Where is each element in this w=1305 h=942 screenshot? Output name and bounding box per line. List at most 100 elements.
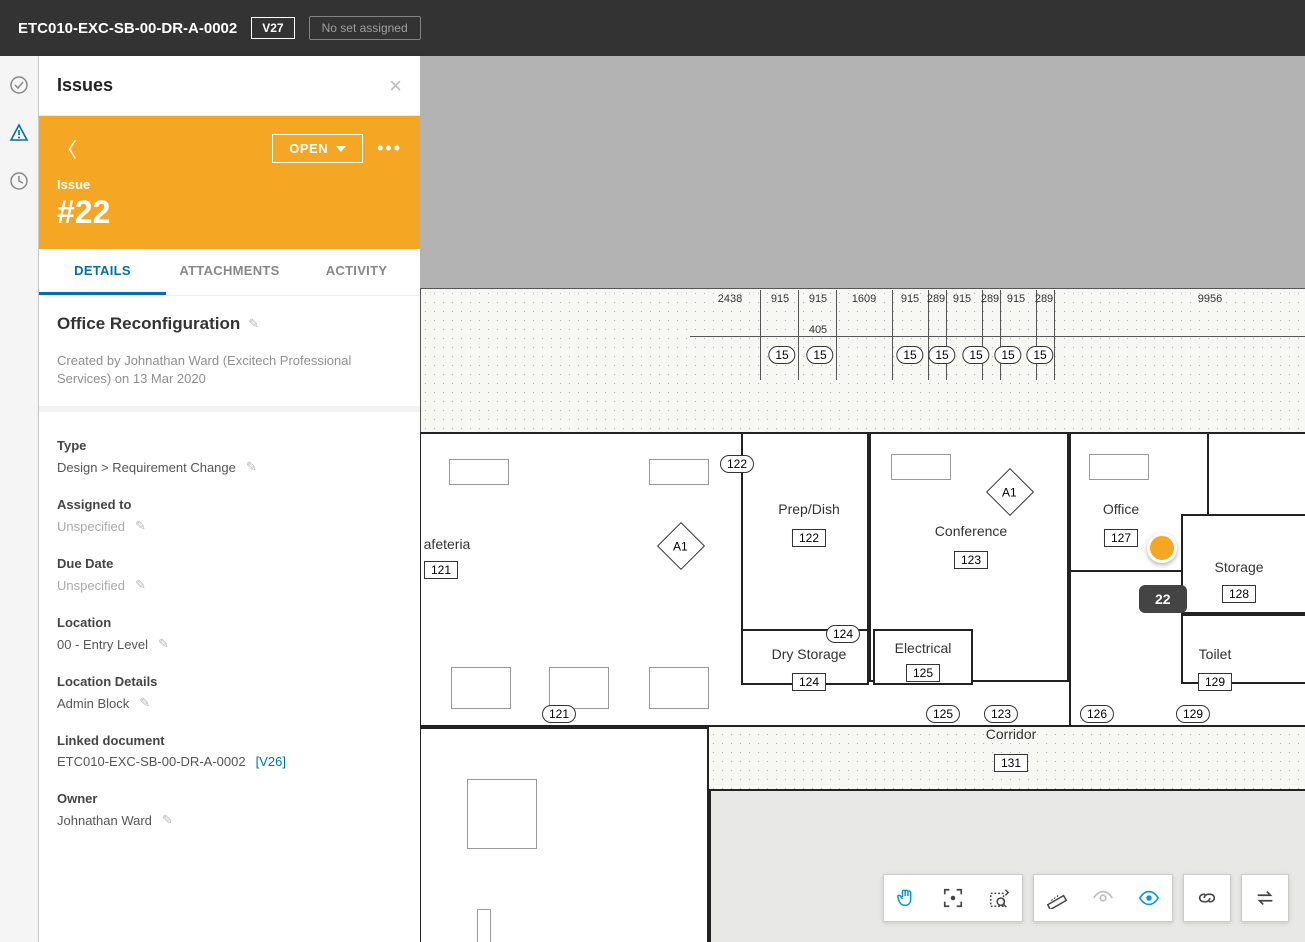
type-value: Design > Requirement Change <box>57 460 236 475</box>
linked-value: ETC010-EXC-SB-00-DR-A-0002 <box>57 754 246 769</box>
room-prepdish: Prep/Dish <box>778 501 839 517</box>
dim: 289 <box>1035 293 1053 305</box>
version-badge[interactable]: V27 <box>251 17 294 39</box>
room-num: 124 <box>792 673 826 691</box>
caret-down-icon <box>336 146 346 152</box>
swap-tool-icon[interactable] <box>1250 883 1280 913</box>
dim: 9956 <box>1198 293 1222 305</box>
dim: 1609 <box>852 293 876 305</box>
pencil-icon[interactable]: ✎ <box>158 636 169 652</box>
room-num: 121 <box>424 561 458 579</box>
dim: 915 <box>809 293 827 305</box>
room-cafeteria: afeteria <box>424 536 471 552</box>
viewer-toolbar <box>883 874 1289 922</box>
tag: 126 <box>1080 705 1114 723</box>
more-icon[interactable]: ••• <box>377 138 402 159</box>
created-by: Created by Johnathan Ward (Excitech Prof… <box>57 352 402 388</box>
issue-pin[interactable] <box>1147 533 1177 563</box>
room-conference: Conference <box>935 523 1007 539</box>
dim: 915 <box>901 293 919 305</box>
pencil-icon[interactable]: ✎ <box>248 316 259 332</box>
tag: 15 <box>768 346 795 364</box>
zoom-region-icon[interactable] <box>984 883 1014 913</box>
locdetails-value: Admin Block <box>57 696 129 711</box>
room-toilet: Toilet <box>1199 646 1232 662</box>
status-label: OPEN <box>289 141 328 156</box>
pencil-icon[interactable]: ✎ <box>162 812 173 828</box>
pencil-icon[interactable]: ✎ <box>139 695 150 711</box>
left-nav <box>0 56 39 942</box>
locdetails-label: Location Details <box>57 674 402 689</box>
close-icon[interactable]: × <box>389 73 402 99</box>
tag: 122 <box>720 455 754 473</box>
markup-icon[interactable] <box>4 70 34 100</box>
issue-number: #22 <box>57 194 402 231</box>
location-value: 00 - Entry Level <box>57 637 148 652</box>
room-num: 122 <box>792 529 826 547</box>
tag: 123 <box>984 705 1018 723</box>
tag: 121 <box>542 705 576 723</box>
floor-plan[interactable]: afeteria 121 Prep/Dish 122 Conference 12… <box>420 288 1305 942</box>
visibility-off-icon[interactable] <box>1088 883 1118 913</box>
tag: 15 <box>896 346 923 364</box>
issue-title: Office Reconfiguration <box>57 314 240 334</box>
linked-version[interactable]: [V26] <box>256 754 286 769</box>
back-icon[interactable]: 〈 <box>57 134 77 163</box>
pencil-icon[interactable]: ✎ <box>246 459 257 475</box>
history-icon[interactable] <box>4 166 34 196</box>
room-num: 127 <box>1104 529 1138 547</box>
room-num: 125 <box>906 664 940 682</box>
dim: 2438 <box>718 293 742 305</box>
dim: 289 <box>981 293 999 305</box>
dim: 915 <box>771 293 789 305</box>
linked-label: Linked document <box>57 733 402 748</box>
issue-pin-label[interactable]: 22 <box>1139 585 1187 613</box>
issue-panel: Issues × 〈 OPEN ••• Issue #22 DETAILS AT… <box>39 56 420 942</box>
assigned-label: Assigned to <box>57 497 402 512</box>
link-tool-icon[interactable] <box>1192 883 1222 913</box>
tag: 15 <box>994 346 1021 364</box>
issue-label: Issue <box>57 177 402 192</box>
room-corridor: Corridor <box>986 726 1037 742</box>
document-title: ETC010-EXC-SB-00-DR-A-0002 <box>18 20 237 37</box>
tag: 15 <box>806 346 833 364</box>
type-label: Type <box>57 438 402 453</box>
tag: 125 <box>926 705 960 723</box>
focus-tool-icon[interactable] <box>938 883 968 913</box>
room-office: Office <box>1103 501 1139 517</box>
tabs: DETAILS ATTACHMENTS ACTIVITY <box>39 249 420 296</box>
pencil-icon[interactable]: ✎ <box>135 518 146 534</box>
tab-details[interactable]: DETAILS <box>39 249 166 295</box>
room-drystorage: Dry Storage <box>772 646 847 662</box>
tag-a1: A1 <box>993 476 1025 510</box>
panel-body[interactable]: Office Reconfiguration ✎ Created by John… <box>39 296 420 942</box>
tab-activity[interactable]: ACTIVITY <box>293 249 420 295</box>
room-num: 129 <box>1198 673 1232 691</box>
dim: 915 <box>1007 293 1025 305</box>
room-num: 123 <box>954 551 988 569</box>
issues-icon[interactable] <box>4 118 34 148</box>
pan-tool-icon[interactable] <box>892 883 922 913</box>
tag: 124 <box>826 625 860 643</box>
tag: 129 <box>1176 705 1210 723</box>
set-badge[interactable]: No set assigned <box>309 16 421 40</box>
tag: 15 <box>928 346 955 364</box>
dim: 289 <box>927 293 945 305</box>
visibility-on-icon[interactable] <box>1134 883 1164 913</box>
tab-attachments[interactable]: ATTACHMENTS <box>166 249 293 295</box>
due-value: Unspecified <box>57 578 125 593</box>
location-label: Location <box>57 615 402 630</box>
dim: 915 <box>953 293 971 305</box>
fields: Type Design > Requirement Change ✎ Assign… <box>39 412 420 888</box>
pencil-icon[interactable]: ✎ <box>135 577 146 593</box>
room-num: 128 <box>1222 585 1256 603</box>
room-electrical: Electrical <box>895 640 952 656</box>
owner-value: Johnathan Ward <box>57 813 152 828</box>
issue-header: 〈 OPEN ••• Issue #22 <box>39 116 420 249</box>
measure-tool-icon[interactable] <box>1042 883 1072 913</box>
owner-label: Owner <box>57 791 402 806</box>
viewer[interactable]: afeteria 121 Prep/Dish 122 Conference 12… <box>420 56 1305 942</box>
panel-title: Issues <box>57 75 113 96</box>
assigned-value: Unspecified <box>57 519 125 534</box>
status-dropdown[interactable]: OPEN <box>272 134 363 163</box>
